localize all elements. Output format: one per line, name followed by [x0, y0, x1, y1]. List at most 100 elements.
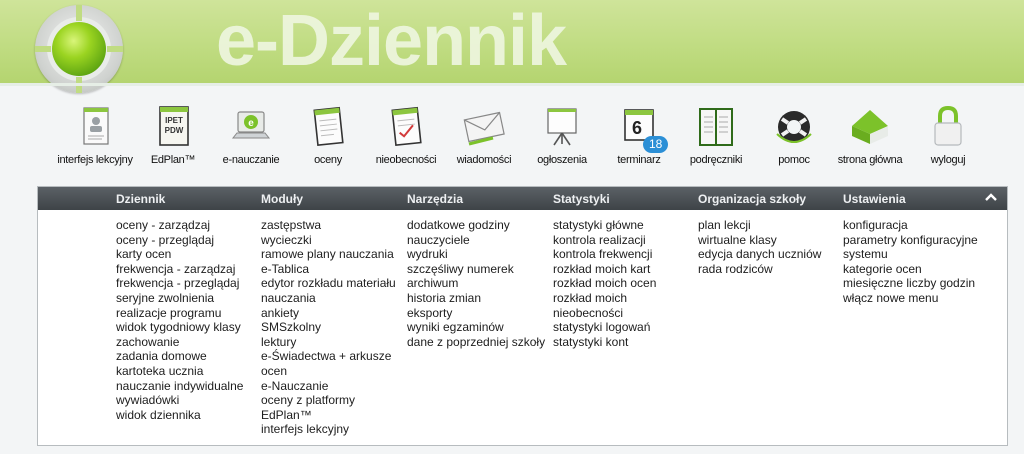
absence-notepad-icon [391, 106, 422, 147]
column-title-organizacja: Organizacja szkoły [698, 192, 807, 206]
menu-link[interactable]: interfejs lekcyjny [261, 422, 396, 437]
banner-divider [0, 83, 1024, 86]
menu-link[interactable]: widok dziennika [116, 408, 243, 423]
menu-link[interactable]: rozkład moich ocen [553, 276, 656, 291]
menu-link[interactable]: nauczanie indywidualne [116, 379, 243, 394]
menu-link[interactable]: frekwencja - zarządzaj [116, 262, 243, 277]
menu-link[interactable]: wycieczki [261, 233, 396, 248]
menu-link[interactable]: parametry konfiguracyjne [843, 233, 978, 248]
toolbar-ogloszenia[interactable]: ogłoszenia [535, 92, 589, 174]
toolbar-strona-glowna[interactable]: strona główna [838, 92, 903, 174]
edplan-book-icon: IPET PDW [159, 106, 189, 146]
menu-link[interactable]: kontrola frekwencji [553, 247, 656, 262]
menu-link[interactable]: konfiguracja [843, 218, 978, 233]
menu-link[interactable]: historia zmian [407, 291, 545, 306]
toolbar-terminarz[interactable]: 6 18 terminarz [612, 92, 669, 174]
menu-link[interactable]: rozkład moich kart [553, 262, 656, 277]
menu-link[interactable]: statystyki główne [553, 218, 656, 233]
chevron-up-icon[interactable] [983, 189, 999, 205]
menu-link[interactable]: ankiety [261, 306, 396, 321]
menu-link[interactable]: oceny - przeglądaj [116, 233, 243, 248]
menu-column-organizacja: plan lekcji wirtualne klasy edycja danych … [698, 218, 821, 276]
menu-link[interactable]: nieobecności [553, 306, 656, 321]
menu-link[interactable]: ocen [261, 364, 396, 379]
column-title-statystyki: Statystyki [553, 192, 610, 206]
menu-link[interactable]: miesięczne liczby godzin [843, 276, 978, 291]
logo [35, 5, 123, 93]
menu-link[interactable]: rozkład moich [553, 291, 656, 306]
menu-link[interactable]: włącz nowe menu [843, 291, 978, 306]
app-root: e-Dziennik interfejs lekcyjny IPET PDW E… [0, 0, 1024, 454]
edplan-icon-text-1: IPET [165, 116, 183, 125]
menu-column-ustawienia: konfiguracja parametry konfiguracyjne syst… [843, 218, 978, 306]
menu-link[interactable]: ramowe plany nauczania [261, 247, 396, 262]
menu-link[interactable]: lektury [261, 335, 396, 350]
menu-link[interactable]: zadania domowe [116, 349, 243, 364]
menu-column-statystyki: statystyki główne kontrola realizacji kont… [553, 218, 656, 349]
menu-link[interactable]: systemu [843, 247, 978, 262]
toolbar-edplan[interactable]: IPET PDW EdPlan™ [145, 92, 201, 174]
calendar-badge: 18 [643, 136, 669, 153]
menu-link[interactable]: edycja danych uczniów [698, 247, 821, 262]
menu-link[interactable]: statystyki logowań [553, 320, 656, 335]
menu-link[interactable]: plan lekcji [698, 218, 821, 233]
menu-link[interactable]: kartoteka ucznia [116, 364, 243, 379]
menu-link[interactable]: wirtualne klasy [698, 233, 821, 248]
menu-link[interactable]: e-Nauczanie [261, 379, 396, 394]
edplan-icon-text-2: PDW [165, 126, 184, 135]
column-title-narzedzia: Narzędzia [407, 192, 464, 206]
menu-link[interactable]: edytor rozkładu materiału [261, 276, 396, 291]
home-icon [852, 110, 888, 144]
menu-link[interactable]: kontrola realizacji [553, 233, 656, 248]
menu-link[interactable]: wydruki [407, 247, 545, 262]
lifebuoy-icon [776, 111, 812, 143]
svg-text:e: e [248, 118, 254, 129]
menu-link[interactable]: rada rodziców [698, 262, 821, 277]
menu-link[interactable]: zastępstwa [261, 218, 396, 233]
padlock-icon [934, 105, 962, 146]
menu-link[interactable]: kategorie ocen [843, 262, 978, 277]
menu-column-dziennik: oceny - zarządzaj oceny - przeglądaj karty… [116, 218, 243, 422]
menu-link[interactable]: nauczyciele [407, 233, 545, 248]
menu-link[interactable]: nauczania [261, 291, 396, 306]
menu-link[interactable]: dane z poprzedniej szkoły [407, 335, 545, 350]
menu-panel: Dziennik Moduły Narzędzia Statystyki Org… [37, 186, 1008, 446]
main-toolbar: interfejs lekcyjny IPET PDW EdPlan™ e e-… [0, 92, 1024, 180]
menu-link[interactable]: e-Tablica [261, 262, 396, 277]
menu-link[interactable]: archiwum [407, 276, 545, 291]
toolbar-label: wyloguj [930, 154, 966, 166]
menu-link[interactable]: EdPlan™ [261, 408, 396, 423]
toolbar-oceny[interactable]: oceny [303, 92, 353, 174]
menu-link[interactable]: statystyki kont [553, 335, 656, 350]
menu-link[interactable]: eksporty [407, 306, 545, 321]
toolbar-e-nauczanie[interactable]: e e-nauczanie [221, 92, 281, 174]
toolbar-pomoc[interactable]: pomoc [767, 92, 821, 174]
grades-notepad-icon [313, 106, 344, 147]
menu-link[interactable]: szczęśliwy numerek [407, 262, 545, 277]
menu-link[interactable]: oceny z platformy [261, 393, 396, 408]
menu-link[interactable]: wyniki egzaminów [407, 320, 545, 335]
menu-link[interactable]: e-Świadectwa + arkusze [261, 349, 396, 364]
menu-link[interactable]: widok tygodniowy klasy [116, 320, 243, 335]
menu-link[interactable]: realizacje programu [116, 306, 243, 321]
menu-link[interactable]: seryjne zwolnienia [116, 291, 243, 306]
menu-column-narzedzia: dodatkowe godziny nauczyciele wydruki szczę… [407, 218, 545, 349]
menu-link[interactable]: oceny - zarządzaj [116, 218, 243, 233]
calendar-day: 6 [632, 118, 642, 138]
toolbar-wyloguj[interactable]: wyloguj [922, 92, 974, 174]
column-title-moduly: Moduły [261, 192, 303, 206]
menu-link[interactable]: zachowanie [116, 335, 243, 350]
menu-link[interactable]: frekwencja - przeglądaj [116, 276, 243, 291]
toolbar-interfejs-lekcyjny[interactable]: interfejs lekcyjny [57, 92, 133, 174]
toolbar-nieobecnosci[interactable]: nieobecności [376, 92, 437, 174]
board-icon [547, 108, 577, 146]
menu-link[interactable]: dodatkowe godziny [407, 218, 545, 233]
toolbar-podreczniki[interactable]: podręczniki [688, 92, 744, 174]
lesson-card-icon [83, 107, 109, 145]
menu-link[interactable]: karty ocen [116, 247, 243, 262]
toolbar-wiadomosci[interactable]: wiadomości [455, 92, 513, 174]
menu-link[interactable]: wywiadówki [116, 393, 243, 408]
menu-link[interactable]: SMSzkolny [261, 320, 396, 335]
column-title-ustawienia: Ustawienia [843, 192, 906, 206]
envelope-icon [463, 111, 505, 146]
